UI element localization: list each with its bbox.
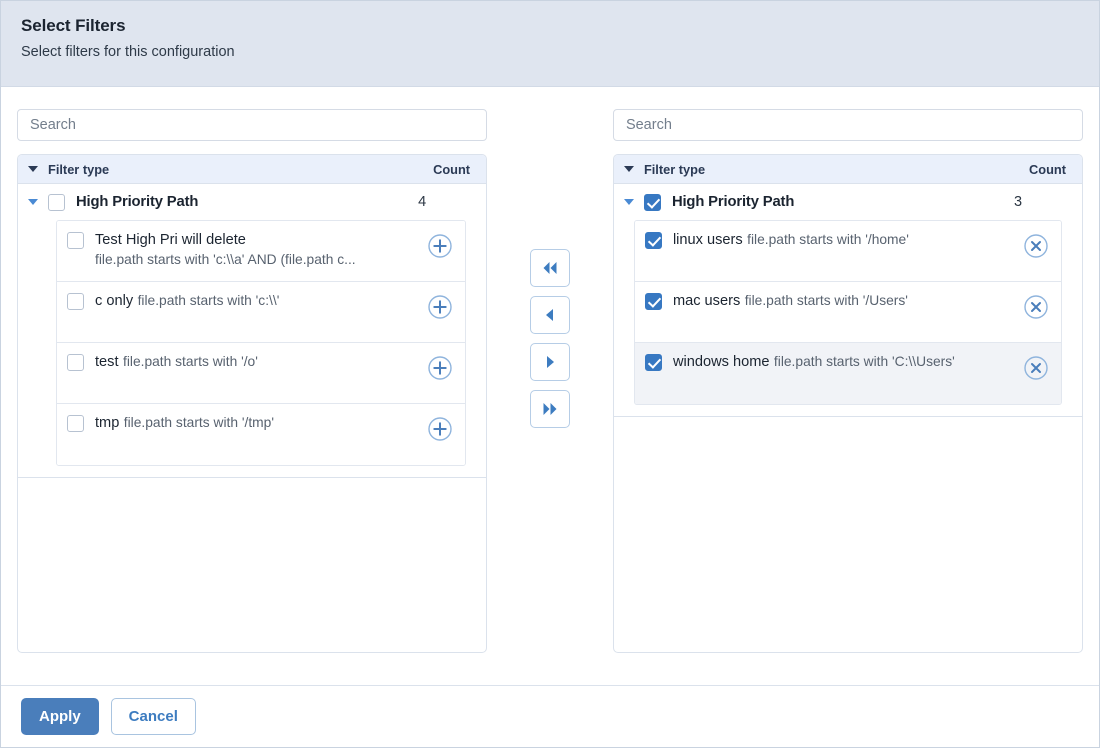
item-description: file.path starts with 'c:\\' xyxy=(137,293,280,308)
group-checkbox-right[interactable] xyxy=(643,193,661,211)
column-header-count: Count xyxy=(433,161,471,177)
search-input-right[interactable] xyxy=(612,109,1083,141)
transfer-controls xyxy=(487,109,613,685)
circle-x-icon[interactable] xyxy=(1023,233,1049,259)
item-text: mac users file.path starts with '/Users' xyxy=(673,291,1023,311)
item-name: test xyxy=(95,354,119,370)
list-item[interactable]: mac users file.path starts with '/Users' xyxy=(634,282,1061,343)
circle-x-icon[interactable] xyxy=(1023,355,1049,381)
item-checkbox[interactable] xyxy=(67,354,84,371)
item-description: file.path starts with 'c:\\a' AND (file.… xyxy=(95,252,356,267)
move-right-button[interactable] xyxy=(530,343,570,381)
column-header-count: Count xyxy=(1029,161,1066,177)
chevron-down-icon[interactable] xyxy=(623,166,634,172)
group-row-high-priority-path-left[interactable]: High Priority Path 4 xyxy=(18,184,486,220)
item-name: tmp xyxy=(95,415,120,431)
search-input-left[interactable] xyxy=(17,109,488,141)
item-checkbox[interactable] xyxy=(644,293,662,310)
item-checkbox[interactable] xyxy=(67,415,84,432)
item-checkbox[interactable] xyxy=(67,232,84,249)
group-checkbox-left[interactable] xyxy=(48,193,65,211)
item-text: Test High Pri will delete file.path star… xyxy=(95,230,427,269)
column-header-filter-type: Filter type xyxy=(643,161,706,177)
item-checkbox[interactable] xyxy=(644,354,662,371)
item-name: windows home xyxy=(672,354,770,370)
column-header-filter-type: Filter type xyxy=(48,161,110,177)
group-row-high-priority-path-right[interactable]: High Priority Path 3 xyxy=(614,184,1082,220)
selected-filters-tree: Filter type Count High Priority Path 3 l… xyxy=(612,154,1083,653)
selected-filters-list: linux users file.path starts with '/home… xyxy=(633,220,1062,405)
circle-x-icon[interactable] xyxy=(1023,294,1049,320)
item-checkbox[interactable] xyxy=(644,232,662,249)
group-label: High Priority Path xyxy=(76,194,199,210)
available-filters-tree: Filter type Count High Priority Path 4 T… xyxy=(17,154,488,653)
dialog-subtitle: Select filters for this configuration xyxy=(21,44,235,60)
item-checkbox[interactable] xyxy=(67,293,84,310)
page-title: Select Filters xyxy=(21,16,126,35)
move-all-left-button[interactable] xyxy=(530,249,570,287)
list-item[interactable]: windows home file.path starts with 'C:\\… xyxy=(634,343,1061,404)
tree-header-right: Filter type Count xyxy=(613,155,1082,184)
chevron-down-icon[interactable] xyxy=(28,199,38,205)
tree-empty-space-right xyxy=(614,417,1082,652)
tree-section-right: High Priority Path 3 linux users file.pa… xyxy=(613,184,1082,417)
list-item[interactable]: c only file.path starts with 'c:\\' xyxy=(57,282,466,343)
dialog-body: Filter type Count High Priority Path 4 xyxy=(1,87,1099,685)
move-left-button[interactable] xyxy=(530,296,570,334)
item-description: file.path starts with 'C:\\Users' xyxy=(773,354,955,369)
tree-header-left: Filter type Count xyxy=(18,155,487,184)
chevron-down-icon[interactable] xyxy=(28,166,38,172)
item-text: linux users file.path starts with '/home… xyxy=(673,230,1023,250)
item-description: file.path starts with '/home' xyxy=(747,232,909,247)
circle-plus-icon[interactable] xyxy=(427,416,453,442)
item-description: file.path starts with '/Users' xyxy=(744,293,908,308)
chevron-left-icon xyxy=(539,306,561,324)
circle-plus-icon[interactable] xyxy=(427,233,453,259)
select-filters-dialog: Select Filters Select filters for this c… xyxy=(0,0,1100,748)
item-description: file.path starts with '/tmp' xyxy=(123,415,274,430)
double-chevron-left-icon xyxy=(539,259,561,277)
list-item[interactable]: test file.path starts with '/o' xyxy=(57,343,466,404)
double-chevron-right-icon xyxy=(539,400,561,418)
available-filters-panel: Filter type Count High Priority Path 4 xyxy=(17,109,488,685)
item-text: c only file.path starts with 'c:\\' xyxy=(95,291,427,311)
list-item[interactable]: linux users file.path starts with '/home… xyxy=(634,221,1061,282)
group-count: 4 xyxy=(418,194,427,210)
group-label: High Priority Path xyxy=(671,194,795,210)
dialog-footer: Apply Cancel xyxy=(1,685,1099,747)
item-name: linux users xyxy=(672,232,743,248)
item-description: file.path starts with '/o' xyxy=(122,354,258,369)
item-text: test file.path starts with '/o' xyxy=(95,352,427,372)
group-count: 3 xyxy=(1014,194,1023,210)
list-item[interactable]: tmp file.path starts with '/tmp' xyxy=(57,404,466,465)
selected-filters-panel: Filter type Count High Priority Path 3 xyxy=(612,109,1083,685)
apply-button[interactable]: Apply xyxy=(21,698,99,735)
available-filters-list: Test High Pri will delete file.path star… xyxy=(56,220,467,466)
cancel-button[interactable]: Cancel xyxy=(110,698,196,735)
list-item[interactable]: Test High Pri will delete file.path star… xyxy=(57,221,466,282)
dialog-header: Select Filters Select filters for this c… xyxy=(1,1,1099,87)
item-text: tmp file.path starts with '/tmp' xyxy=(95,413,427,433)
move-all-right-button[interactable] xyxy=(530,390,570,428)
item-text: windows home file.path starts with 'C:\\… xyxy=(673,352,1023,372)
tree-empty-space-left xyxy=(18,478,486,652)
item-name: c only xyxy=(95,293,134,309)
chevron-down-icon[interactable] xyxy=(623,199,634,205)
circle-plus-icon[interactable] xyxy=(427,355,453,381)
tree-section-left: High Priority Path 4 Test High Pri will … xyxy=(18,184,487,478)
item-name: mac users xyxy=(672,293,741,309)
item-name: Test High Pri will delete xyxy=(95,232,246,248)
circle-plus-icon[interactable] xyxy=(427,294,453,320)
chevron-right-icon xyxy=(539,353,561,371)
